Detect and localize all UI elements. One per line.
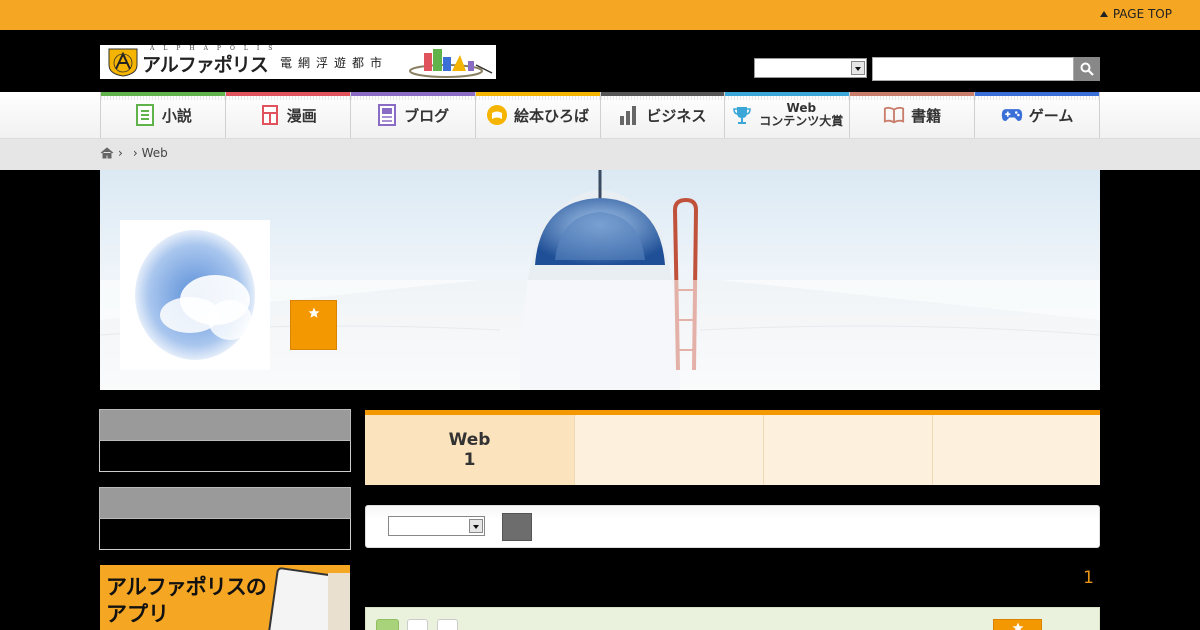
nav-color-bar <box>101 92 225 100</box>
app-promo-banner[interactable]: アルファポリスの アプリ <box>100 565 350 630</box>
global-nav-bar: 小説 漫画 ブログ 絵本ひろば ビジネス Web コンテンツ大賞 書籍 ゲーム <box>0 92 1200 139</box>
sort-apply-button[interactable] <box>502 513 532 541</box>
business-icon <box>618 104 640 126</box>
nav-label: 小説 <box>161 106 192 125</box>
nav-color-bar <box>975 92 1099 100</box>
status-tag <box>437 619 458 630</box>
logo-city: 電網浮遊都市 <box>280 56 389 70</box>
tab-count: 1 <box>463 450 476 470</box>
nav-color-bar <box>850 92 975 100</box>
favorite-content-button[interactable] <box>993 619 1042 630</box>
nav-label: ブログ <box>404 106 450 125</box>
nav-label: 書籍 <box>911 106 942 125</box>
book-icon <box>883 104 905 126</box>
city-skyline-icon <box>409 49 493 78</box>
top-bar: PAGE TOP <box>0 0 1200 30</box>
gamepad-icon <box>1001 104 1023 126</box>
user-avatar <box>120 220 270 370</box>
app-banner-subtitle: アプリ <box>106 602 169 626</box>
character-illustration <box>328 573 350 630</box>
nav-item-blog[interactable]: ブログ <box>349 92 475 138</box>
breadcrumb-separator: › <box>118 146 123 160</box>
tab-web-content[interactable]: Web 1 <box>365 415 575 485</box>
nav-item-novel[interactable]: 小説 <box>100 92 225 138</box>
breadcrumb-current: Web <box>141 146 168 160</box>
alphapolis-emblem-icon <box>108 48 138 77</box>
sidebar-section-header <box>99 487 351 519</box>
novel-icon <box>134 104 156 126</box>
breadcrumb: › › Web <box>100 146 168 160</box>
nav-color-bar <box>725 92 850 100</box>
category-tag <box>376 619 399 630</box>
breadcrumb-separator: › <box>132 146 138 160</box>
chevron-down-icon <box>851 61 865 75</box>
nav-item-games[interactable]: ゲーム <box>974 92 1100 138</box>
content-card[interactable] <box>365 607 1100 630</box>
nav-label: 絵本ひろば <box>514 106 590 125</box>
nav-item-web-contents-award[interactable]: Web コンテンツ大賞 <box>724 92 850 138</box>
logo-name: アルファポリス <box>142 54 269 76</box>
global-nav: 小説 漫画 ブログ 絵本ひろば ビジネス Web コンテンツ大賞 書籍 ゲーム <box>100 92 1100 138</box>
sidebar-section-header <box>99 409 351 441</box>
site-logo[interactable]: ALPHAPOLIS アルファポリス 電網浮遊都市 <box>100 45 496 79</box>
content-tabs: Web 1 <box>365 410 1100 485</box>
sidebar-section-body <box>99 441 351 472</box>
nav-item-books[interactable]: 書籍 <box>849 92 975 138</box>
favorite-author-button[interactable] <box>290 300 337 350</box>
tab-item[interactable] <box>764 415 933 485</box>
chevron-down-icon <box>469 519 483 533</box>
trophy-icon <box>731 104 753 126</box>
sidebar-section-body <box>99 519 351 550</box>
page-top-link[interactable]: PAGE TOP <box>1099 7 1172 21</box>
breadcrumb-bar: › › Web <box>0 139 1200 170</box>
nav-label-two-line: Web コンテンツ大賞 <box>759 102 843 128</box>
star-icon <box>1012 622 1023 630</box>
blog-icon <box>376 104 398 126</box>
nav-color-bar <box>600 92 725 100</box>
star-icon <box>308 307 319 318</box>
nav-label: ビジネス <box>646 106 707 125</box>
tab-label: Web <box>448 430 491 450</box>
search-input[interactable] <box>872 57 1074 81</box>
sort-select[interactable] <box>388 516 485 536</box>
picturebook-icon <box>486 104 508 126</box>
arrow-up-icon <box>1099 11 1108 17</box>
nav-color-bar <box>225 92 350 100</box>
result-count: 1 <box>1083 568 1094 588</box>
tab-item[interactable] <box>933 415 1100 485</box>
nav-item-business[interactable]: ビジネス <box>599 92 725 138</box>
nav-label: ゲーム <box>1028 106 1074 125</box>
app-banner-title: アルファポリスの <box>106 575 267 599</box>
status-tag <box>407 619 428 630</box>
search-icon <box>1080 62 1094 76</box>
nav-label-line2: コンテンツ大賞 <box>759 114 844 128</box>
nav-item-picturebook[interactable]: 絵本ひろば <box>474 92 600 138</box>
home-icon[interactable] <box>100 147 114 159</box>
profile-header-image <box>100 170 1100 390</box>
search-button[interactable] <box>1074 57 1100 81</box>
page-top-label: PAGE TOP <box>1112 7 1172 21</box>
nav-item-manga[interactable]: 漫画 <box>224 92 350 138</box>
sort-filter-bar <box>365 505 1100 548</box>
nav-color-bar <box>475 92 600 100</box>
search-category-select[interactable] <box>754 58 867 78</box>
nav-label: 漫画 <box>286 106 317 125</box>
nav-color-bar <box>350 92 475 100</box>
manga-icon <box>259 104 281 126</box>
tab-item[interactable] <box>575 415 764 485</box>
avatar-cloud-image <box>120 220 270 370</box>
